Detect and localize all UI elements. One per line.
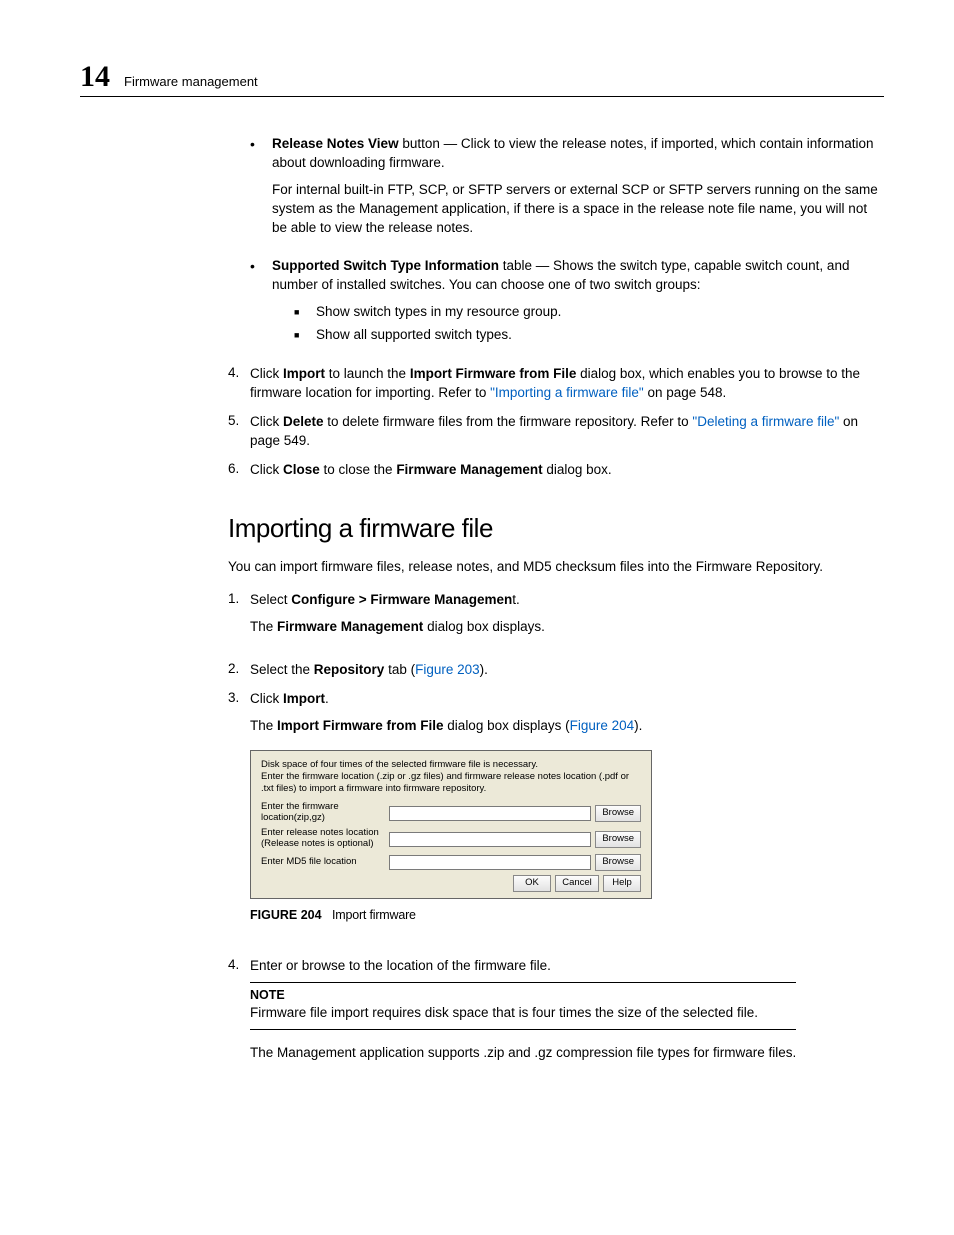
t: Import <box>283 366 325 381</box>
t: to close the <box>320 462 397 477</box>
t: Firmware Management <box>396 462 542 477</box>
step-number: 6. <box>228 461 250 480</box>
md5-location-input[interactable] <box>389 855 591 870</box>
t: tab ( <box>384 662 415 677</box>
section-heading: Importing a firmware file <box>228 513 884 544</box>
md5-location-label: Enter MD5 file location <box>261 857 389 868</box>
link-figure-204[interactable]: Figure 204 <box>570 718 635 733</box>
step-5-delete: 5. Click Delete to delete firmware files… <box>228 413 884 451</box>
bullet-supported-switch: • Supported Switch Type Information tabl… <box>250 257 884 355</box>
chapter-number: 14 <box>80 60 110 94</box>
t: dialog box displays. <box>423 619 545 634</box>
bullet-icon: • <box>250 135 272 247</box>
sub-bullet-a: Show switch types in my resource group. <box>316 303 561 322</box>
browse-button[interactable]: Browse <box>595 805 641 822</box>
t: Delete <box>283 414 324 429</box>
step-number: 3. <box>228 690 250 947</box>
t: Click <box>250 366 283 381</box>
t: The <box>250 619 277 634</box>
t: Click <box>250 414 283 429</box>
bullet-lead-bold: Release Notes View <box>272 136 399 151</box>
note-body: Firmware file import requires disk space… <box>250 1004 796 1023</box>
page-header: 14 Firmware management <box>80 60 884 97</box>
t: The <box>250 718 277 733</box>
release-notes-label: Enter release notes location (Release no… <box>261 828 389 850</box>
figure-number: FIGURE 204 <box>250 908 322 922</box>
step-number: 4. <box>228 365 250 403</box>
chapter-title: Firmware management <box>124 74 258 89</box>
browse-button[interactable]: Browse <box>595 854 641 871</box>
t: Repository <box>314 662 385 677</box>
step-2-repository-tab: 2. Select the Repository tab (Figure 203… <box>228 661 884 680</box>
step-4-enter-browse: 4. Enter or browse to the location of th… <box>228 957 884 1063</box>
browse-button[interactable]: Browse <box>595 831 641 848</box>
note-box: NOTE Firmware file import requires disk … <box>250 982 796 1030</box>
t: Import <box>283 691 325 706</box>
step-number: 1. <box>228 591 250 651</box>
t: Enter or browse to the location of the f… <box>250 958 551 973</box>
link-importing-firmware[interactable]: "Importing a firmware file" <box>490 385 644 400</box>
t: Select the <box>250 662 314 677</box>
step-number: 5. <box>228 413 250 451</box>
bullet-lead-bold: Supported Switch Type Information <box>272 258 499 273</box>
t: on page 548. <box>644 385 727 400</box>
section-intro: You can import firmware files, release n… <box>228 558 884 577</box>
step-6-close: 6. Click Close to close the Firmware Man… <box>228 461 884 480</box>
step-4-import: 4. Click Import to launch the Import Fir… <box>228 365 884 403</box>
t: ). <box>480 662 488 677</box>
t: Select <box>250 592 291 607</box>
t: Import Firmware from File <box>277 718 444 733</box>
t: Click <box>250 462 283 477</box>
t: Click <box>250 691 283 706</box>
t: dialog box displays ( <box>444 718 570 733</box>
t: . <box>325 691 329 706</box>
t: Import Firmware from File <box>410 366 577 381</box>
square-icon: ■ <box>294 326 316 345</box>
step-number: 4. <box>228 957 250 1063</box>
note-title: NOTE <box>250 987 796 1005</box>
t: t. <box>512 592 520 607</box>
step-3-click-import: 3. Click Import. The Import Firmware fro… <box>228 690 884 947</box>
dialog-intro-line2: Enter the firmware location (.zip or .gz… <box>261 771 641 795</box>
ok-button[interactable]: OK <box>513 875 551 892</box>
t: to delete firmware files from the firmwa… <box>324 414 693 429</box>
dialog-intro-line1: Disk space of four times of the selected… <box>261 759 641 771</box>
bullet-release-notes: • Release Notes View button — Click to v… <box>250 135 884 247</box>
t: Firmware Management <box>277 619 423 634</box>
bullet-icon: • <box>250 257 272 355</box>
cancel-button[interactable]: Cancel <box>555 875 599 892</box>
link-figure-203[interactable]: Figure 203 <box>415 662 480 677</box>
firmware-location-input[interactable] <box>389 806 591 821</box>
figure-caption: FIGURE 204 Import firmware <box>250 907 652 925</box>
square-icon: ■ <box>294 303 316 322</box>
step-1-select-configure: 1. Select Configure > Firmware Managemen… <box>228 591 884 651</box>
step-number: 2. <box>228 661 250 680</box>
t: (Release notes is optional) <box>261 839 389 850</box>
t: ). <box>634 718 642 733</box>
bullet-para2: For internal built-in FTP, SCP, or SFTP … <box>272 181 884 238</box>
sub-bullet-b: Show all supported switch types. <box>316 326 512 345</box>
help-button[interactable]: Help <box>603 875 641 892</box>
import-firmware-dialog: Disk space of four times of the selected… <box>250 750 652 899</box>
t: Close <box>283 462 320 477</box>
release-notes-input[interactable] <box>389 832 591 847</box>
firmware-location-label: Enter the firmware location(zip,gz) <box>261 802 389 824</box>
t: to launch the <box>325 366 410 381</box>
figure-title: Import firmware <box>332 908 416 922</box>
t: dialog box. <box>543 462 612 477</box>
link-deleting-firmware[interactable]: "Deleting a firmware file" <box>692 414 839 429</box>
trailing-para: The Management application supports .zip… <box>250 1044 796 1063</box>
t: Configure > Firmware Managemen <box>291 592 512 607</box>
